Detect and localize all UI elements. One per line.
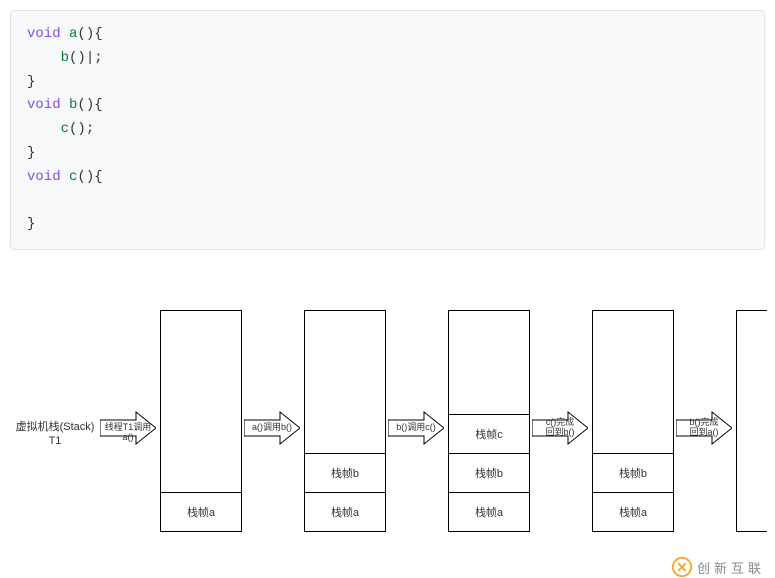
watermark-text: 创新互联 xyxy=(697,558,765,577)
kw-void: void xyxy=(27,97,61,113)
fn-c-call: c xyxy=(61,121,69,137)
stack-frame-a: 栈帧a xyxy=(593,492,673,531)
arrow-label-2: a()调用b() xyxy=(246,423,298,433)
arrow-label-3: b()调用c() xyxy=(390,423,442,433)
stack-state-1: 栈帧a xyxy=(160,310,242,532)
stack-diagram: 虚拟机栈(Stack) T1 线程T1调用a() 栈帧a a()调用b() 栈帧… xyxy=(10,310,765,560)
stack-frame-a: 栈帧a xyxy=(161,492,241,531)
watermark: 创新互联 xyxy=(671,556,765,578)
kw-void: void xyxy=(27,169,61,185)
stack-axis-label: 虚拟机栈(Stack) T1 xyxy=(10,420,100,449)
stack-frame-a: 栈帧a xyxy=(449,492,529,531)
stack-frame-b: 栈帧b xyxy=(449,453,529,492)
fn-b: b xyxy=(69,97,77,113)
fn-c: c xyxy=(69,169,77,185)
stack-frame-b: 栈帧b xyxy=(305,453,385,492)
stack-frame-a: 栈帧a xyxy=(305,492,385,531)
arrow-label-4: c()完成回到b() xyxy=(534,418,586,438)
arrow-label-5: b()完成回到a() xyxy=(678,418,730,438)
kw-void: void xyxy=(27,26,61,42)
arrow-label-1: 线程T1调用a() xyxy=(102,423,154,443)
stack-state-3: 栈帧c 栈帧b 栈帧a xyxy=(448,310,530,532)
stack-frame-b: 栈帧b xyxy=(593,453,673,492)
stack-state-4: 栈帧b 栈帧a xyxy=(592,310,674,532)
fn-a: a xyxy=(69,26,77,42)
code-block: void a(){ b()|; } void b(){ c(); } void … xyxy=(10,10,765,250)
stack-state-2: 栈帧b 栈帧a xyxy=(304,310,386,532)
stack-state-5 xyxy=(736,310,767,532)
fn-b-call: b xyxy=(61,50,69,66)
stack-frame-c: 栈帧c xyxy=(449,414,529,453)
watermark-logo-icon xyxy=(671,556,693,578)
